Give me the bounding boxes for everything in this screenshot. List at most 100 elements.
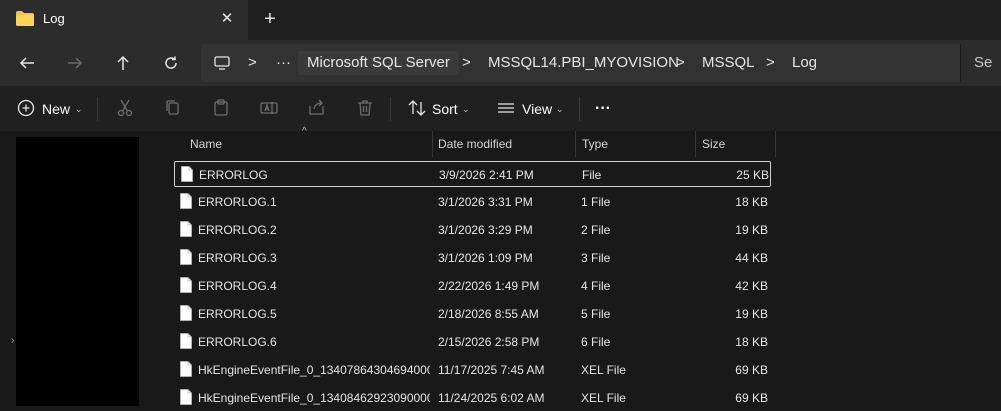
column-header-type[interactable]: Type [582,131,608,157]
divider [579,97,580,121]
search-input[interactable]: Se [960,44,1001,82]
file-icon [180,361,192,377]
computer-icon [214,56,230,70]
paste-icon[interactable] [209,96,233,120]
table-row[interactable]: ERRORLOG.4 2/22/2026 1:49 PM 4 File 42 KB [174,273,771,299]
file-name: ERRORLOG.5 [198,307,277,321]
new-button[interactable]: New [42,94,70,124]
breadcrumb-chevron-icon[interactable]: > [676,44,685,82]
file-type: XEL File [581,391,626,405]
up-arrow-icon[interactable] [108,48,138,78]
search-placeholder: Se [974,54,993,71]
column-divider[interactable] [695,131,696,157]
column-divider[interactable] [575,131,576,157]
forward-arrow-icon[interactable] [60,48,90,78]
file-name: ERRORLOG.1 [198,195,277,209]
file-name: ERRORLOG.6 [198,335,277,349]
column-header-date-modified[interactable]: Date modified [438,131,512,157]
more-options-icon[interactable]: ··· [595,94,611,124]
navigation-pane-redacted [16,137,139,406]
address-bar[interactable]: > ··· Microsoft SQL Server > MSSQL14.PBI… [201,44,1001,82]
breadcrumb-chevron-icon: > [248,54,257,71]
sort-button[interactable]: Sort [432,94,458,124]
back-arrow-icon[interactable] [12,48,42,78]
file-icon [180,193,192,209]
column-divider[interactable] [775,131,776,157]
file-name: ERRORLOG [199,168,268,182]
file-date-modified: 3/1/2026 3:29 PM [438,223,533,237]
rename-icon[interactable] [257,96,281,120]
column-divider[interactable] [432,131,433,157]
file-type: 3 File [581,251,611,265]
file-date-modified: 3/9/2026 2:41 PM [439,168,534,182]
sort-icon [408,100,426,116]
breadcrumb-chevron-icon[interactable]: > [766,44,775,82]
file-icon [180,277,192,293]
file-date-modified: 2/15/2026 2:58 PM [438,335,540,349]
view-chevron-down-icon[interactable]: ⌄ [556,94,564,124]
file-icon [180,305,192,321]
breadcrumb-instance[interactable]: MSSQL14.PBI_MYOVISION [488,44,679,82]
new-tab-icon[interactable]: + [258,8,282,32]
file-icon [180,221,192,237]
breadcrumb-chevron-icon[interactable]: > [462,44,471,82]
file-size: 18 KB [735,195,768,209]
file-date-modified: 11/24/2025 6:02 AM [438,391,545,405]
file-date-modified: 3/1/2026 3:31 PM [438,195,533,209]
file-type: 5 File [581,307,611,321]
file-size: 25 KB [736,168,769,182]
file-size: 18 KB [735,335,768,349]
breadcrumb-log[interactable]: Log [792,44,817,82]
file-type: 2 File [581,223,611,237]
table-row[interactable]: ERRORLOG.3 3/1/2026 1:09 PM 3 File 44 KB [174,245,771,271]
file-date-modified: 3/1/2026 1:09 PM [438,251,533,265]
view-icon [498,103,514,113]
breadcrumb-mssql[interactable]: MSSQL [702,44,755,82]
delete-icon[interactable] [353,96,377,120]
file-icon [180,249,192,265]
table-row[interactable]: HkEngineEventFile_0_134078643046940000..… [174,357,771,383]
file-size: 19 KB [735,223,768,237]
file-date-modified: 2/22/2026 1:49 PM [438,279,540,293]
new-chevron-down-icon[interactable]: ⌄ [75,94,83,124]
column-header-size[interactable]: Size [702,131,725,157]
table-row[interactable]: ERRORLOG.2 3/1/2026 3:29 PM 2 File 19 KB [174,217,771,243]
expand-chevron-icon[interactable]: › [11,335,14,346]
file-size: 69 KB [735,391,768,405]
address-row: > ··· Microsoft SQL Server > MSSQL14.PBI… [0,40,1001,86]
share-icon[interactable] [305,96,329,120]
table-row[interactable]: ERRORLOG 3/9/2026 2:41 PM File 25 KB [174,161,771,187]
divider [97,97,98,121]
table-row[interactable]: ERRORLOG.1 3/1/2026 3:31 PM 1 File 18 KB [174,189,771,215]
breadcrumb-sql-server[interactable]: Microsoft SQL Server [298,51,459,75]
file-size: 19 KB [735,307,768,321]
tab-title: Log [43,11,65,26]
file-size: 42 KB [735,279,768,293]
sort-chevron-down-icon[interactable]: ⌄ [462,94,470,124]
file-type: 4 File [581,279,611,293]
column-header-name[interactable]: Name [190,131,222,157]
file-type: 1 File [581,195,611,209]
cut-icon[interactable] [113,96,137,120]
file-size: 69 KB [735,363,768,377]
breadcrumb-ellipsis[interactable]: ··· [276,44,291,82]
refresh-icon[interactable] [156,48,186,78]
file-name: ERRORLOG.2 [198,223,277,237]
file-name: HkEngineEventFile_0_134084629230900000..… [198,391,430,405]
command-bar: New ⌄ Sort ⌄ View ⌄ ··· [0,86,1001,132]
file-name: ERRORLOG.4 [198,279,277,293]
file-name: HkEngineEventFile_0_134078643046940000..… [198,363,430,377]
table-row[interactable]: HkEngineEventFile_0_134084629230900000..… [174,385,771,411]
folder-icon [16,11,34,26]
view-button[interactable]: View [522,94,552,124]
close-tab-icon[interactable]: ✕ [216,8,238,30]
sort-ascending-icon: ^ [302,126,307,137]
file-name: ERRORLOG.3 [198,251,277,265]
table-row[interactable]: ERRORLOG.5 2/18/2026 8:55 AM 5 File 19 KB [174,301,771,327]
tab-log[interactable]: Log ✕ [0,0,248,40]
table-row[interactable]: ERRORLOG.6 2/15/2026 2:58 PM 6 File 18 KB [174,329,771,355]
file-date-modified: 2/18/2026 8:55 AM [438,307,539,321]
file-icon [181,166,193,182]
copy-icon[interactable] [161,96,185,120]
new-plus-icon [17,99,35,117]
